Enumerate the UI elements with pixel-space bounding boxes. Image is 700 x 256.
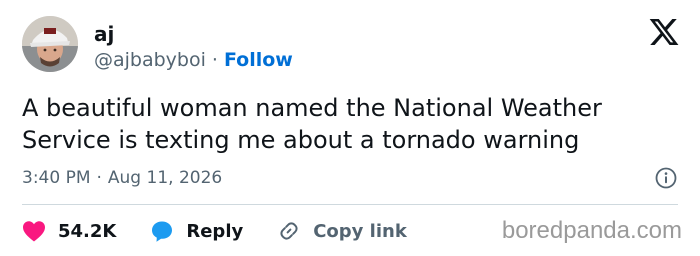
handle-separator: · bbox=[211, 49, 218, 71]
tweet-text: A beautiful woman named the National Wea… bbox=[22, 94, 602, 154]
heart-icon bbox=[22, 220, 46, 242]
like-count: 54.2K bbox=[58, 220, 117, 242]
timestamp-time: 3:40 PM bbox=[22, 168, 91, 188]
timestamp-separator: · bbox=[96, 168, 102, 188]
x-logo-icon[interactable] bbox=[648, 16, 680, 48]
tweet-card: aj @ajbabyboi · Follow A beautiful woman n… bbox=[0, 0, 700, 256]
follow-button[interactable]: Follow bbox=[224, 49, 293, 71]
link-icon bbox=[277, 219, 301, 243]
watermark: boredpanda.com bbox=[501, 217, 682, 244]
speech-bubble-icon bbox=[150, 219, 174, 243]
like-button[interactable]: 54.2K bbox=[22, 220, 116, 242]
info-icon[interactable] bbox=[654, 166, 678, 190]
reply-label: Reply bbox=[186, 220, 244, 242]
reply-button[interactable]: Reply bbox=[150, 219, 243, 243]
author-handle-row: @ajbabyboi · Follow bbox=[94, 48, 293, 72]
author-handle[interactable]: @ajbabyboi bbox=[94, 49, 206, 71]
avatar[interactable] bbox=[22, 16, 78, 72]
copy-link-label: Copy link bbox=[313, 220, 407, 242]
tweet-actions: 54.2K Reply Copy link bbox=[22, 216, 441, 246]
copy-link-button[interactable]: Copy link bbox=[277, 219, 407, 243]
author-name[interactable]: aj bbox=[94, 22, 114, 46]
timestamp-date: Aug 11, 2026 bbox=[107, 168, 223, 188]
timestamp[interactable]: 3:40 PM · Aug 11, 2026 bbox=[22, 167, 222, 189]
divider bbox=[22, 204, 678, 205]
avatar-image bbox=[22, 16, 78, 72]
